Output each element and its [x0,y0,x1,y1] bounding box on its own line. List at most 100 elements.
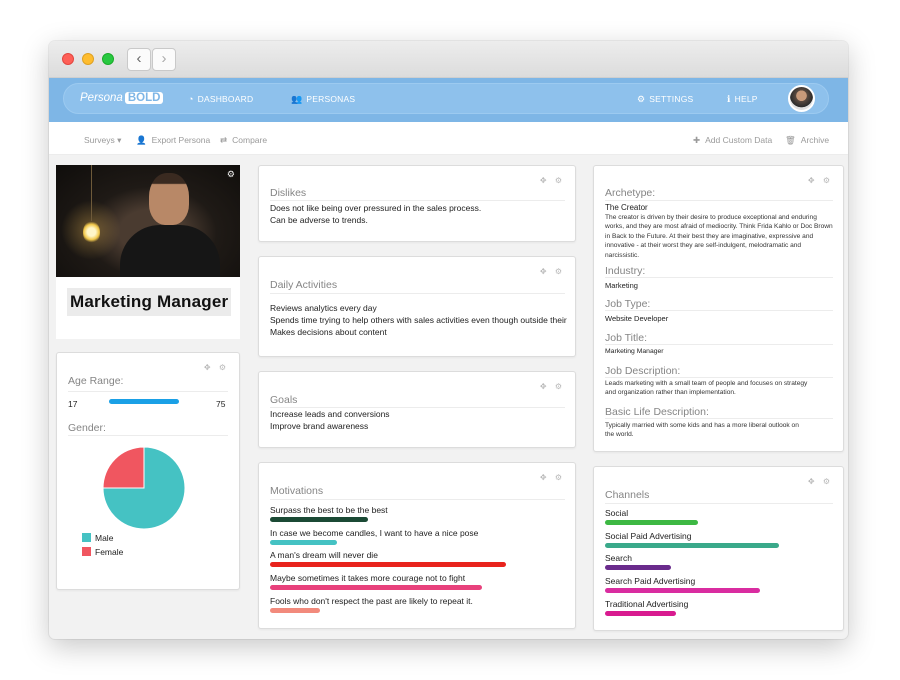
dislikes-card: ✥ ⚙ Dislikes Does not like being over pr… [258,165,576,242]
age-range-label: Age Range: [68,375,124,387]
surveys-label: Surveys ▾ [84,135,122,145]
close-window-button[interactable] [62,53,74,65]
legend-male-swatch [82,533,91,542]
archive-button[interactable]: 🗑 Archive [785,135,829,146]
card-move-settings-icon[interactable]: ✥ ⚙ [540,267,565,276]
legend-female-swatch [82,547,91,556]
export-persona-button[interactable]: 👤 Export Persona [136,135,210,146]
daily-activities-card: ✥ ⚙ Daily Activities Reviews analytics e… [258,256,576,357]
logo[interactable]: Persona BOLD [80,92,164,104]
life-description-value: Typically married with some kids and has… [605,422,799,439]
job-title-value: Marketing Manager [605,348,664,355]
channel-label: Social [605,508,629,518]
export-persona-label: Export Persona [151,135,211,145]
nav-personas[interactable]: 👥 PERSONAS [291,94,355,105]
archetype-description: The creator is driven by their desire to… [605,214,833,259]
card-move-settings-icon[interactable]: ✥ ⚙ [808,176,833,185]
legend-female-label: Female [95,547,124,557]
job-type-label: Job Type: [605,298,651,310]
channel-label: Social Paid Advertising [605,530,692,541]
channel-label: Search [605,553,632,564]
nav-settings-label: SETTINGS [649,94,694,104]
channel-bar [605,565,671,571]
app-nav-pill: Persona BOLD ◔ DASHBOARD 👥 PERSONAS ⚙ SETTIN… [63,83,829,114]
goal-line: Increase leads and conversions [270,409,390,419]
motivations-title: Motivations [270,485,324,497]
card-move-settings-icon[interactable]: ✥ ⚙ [540,176,565,185]
nav-dashboard-label: DASHBOARD [197,94,254,104]
motivation-bar [270,585,482,591]
motivation-label: Surpass the best to be the best [270,505,388,515]
life-description-label: Basic Life Description: [605,406,709,418]
forward-button[interactable]: › [152,48,176,71]
browser-window: ‹ › Persona BOLD ◔ DASHBOARD 👥 PERSONAS ⚙ SE… [49,41,848,639]
logo-bold-badge: BOLD [124,92,164,104]
age-max: 75 [216,399,226,409]
user-icon: 👤 [136,135,147,145]
dislike-line: Does not like being over pressured in th… [270,203,482,213]
chevron-right-icon: › [161,50,167,67]
photo-settings-gear-icon[interactable]: ⚙ [227,169,235,180]
card-move-settings-icon[interactable]: ✥ ⚙ [808,477,833,486]
app-header: Persona BOLD ◔ DASHBOARD 👥 PERSONAS ⚙ SETTIN… [49,78,848,122]
archive-label: Archive [800,135,830,145]
legend-male-label: Male [95,533,114,543]
motivation-label: Fools who don't respect the past are lik… [270,595,473,606]
exchange-icon: ⇄ [220,135,228,145]
title-bar: ‹ › [49,41,848,78]
nav-dashboard[interactable]: ◔ DASHBOARD [188,94,253,104]
archetype-label: Archetype: [605,187,656,199]
gender-label: Gender: [68,422,106,434]
nav-help-label: HELP [734,94,758,104]
plus-icon: ✚ [693,135,701,145]
card-move-settings-icon[interactable]: ✥ ⚙ [204,363,229,372]
info-icon: ℹ [727,94,731,104]
compare-label: Compare [232,135,268,145]
avatar[interactable] [788,85,815,112]
daily-activity-line: Spends time trying to help others with s… [270,315,567,325]
daily-activity-line: Reviews analytics every day [270,303,377,313]
compare-button[interactable]: ⇄ Compare [220,135,267,146]
nav-personas-label: PERSONAS [306,94,356,104]
logo-text: Persona [80,92,123,104]
card-move-settings-icon[interactable]: ✥ ⚙ [540,473,565,482]
motivation-bar [270,607,320,613]
archetype-name: The Creator [605,203,648,212]
goals-title: Goals [270,394,298,406]
job-title-label: Job Title: [605,332,648,344]
chevron-left-icon: ‹ [136,50,142,67]
persona-title[interactable]: Marketing Manager [67,288,232,316]
persona-toolbar: Surveys ▾ 👤 Export Persona ⇄ Compare ✚ Add … [49,122,848,155]
motivation-bar [270,562,506,568]
age-range-bar [109,399,179,404]
goals-card: ✥ ⚙ Goals Increase leads and conversions… [258,371,576,448]
gender-pie-chart [102,446,186,530]
surveys-dropdown[interactable]: Surveys ▾ [84,135,121,146]
nav-help[interactable]: ℹ HELP [727,94,758,105]
back-button[interactable]: ‹ [127,48,151,71]
industry-label: Industry: [605,265,646,277]
add-custom-data-button[interactable]: ✚ Add Custom Data [693,135,772,146]
age-min: 17 [68,399,78,409]
minimize-window-button[interactable] [82,53,94,65]
nav-settings[interactable]: ⚙ SETTINGS [637,94,693,105]
job-description-value: Leads marketing with a small team of peo… [605,380,808,397]
dislikes-title: Dislikes [270,187,307,199]
pie-slice-female[interactable] [102,446,145,489]
channel-label: Search Paid Advertising [605,576,696,587]
motivation-label: In case we become candles, I want to hav… [270,527,479,538]
card-move-settings-icon[interactable]: ✥ ⚙ [540,382,565,391]
job-type-value: Website Developer [605,314,669,323]
tachometer-icon: ◔ [188,94,194,104]
daily-activities-title: Daily Activities [270,279,338,291]
motivation-bar [270,517,368,522]
dislike-line: Can be adverse to trends. [270,215,368,225]
add-custom-data-label: Add Custom Data [705,135,773,145]
motivation-label: Maybe sometimes it takes more courage no… [270,573,466,584]
channel-label: Traditional Advertising [605,598,689,609]
light-bulb-image [83,221,100,243]
profile-info-card: ✥ ⚙ Archetype: The Creator The creator i… [593,165,844,452]
trash-icon: 🗑 [785,135,796,145]
zoom-window-button[interactable] [102,53,114,65]
motivations-card: ✥ ⚙ Motivations Surpass the best to be t… [258,462,576,629]
